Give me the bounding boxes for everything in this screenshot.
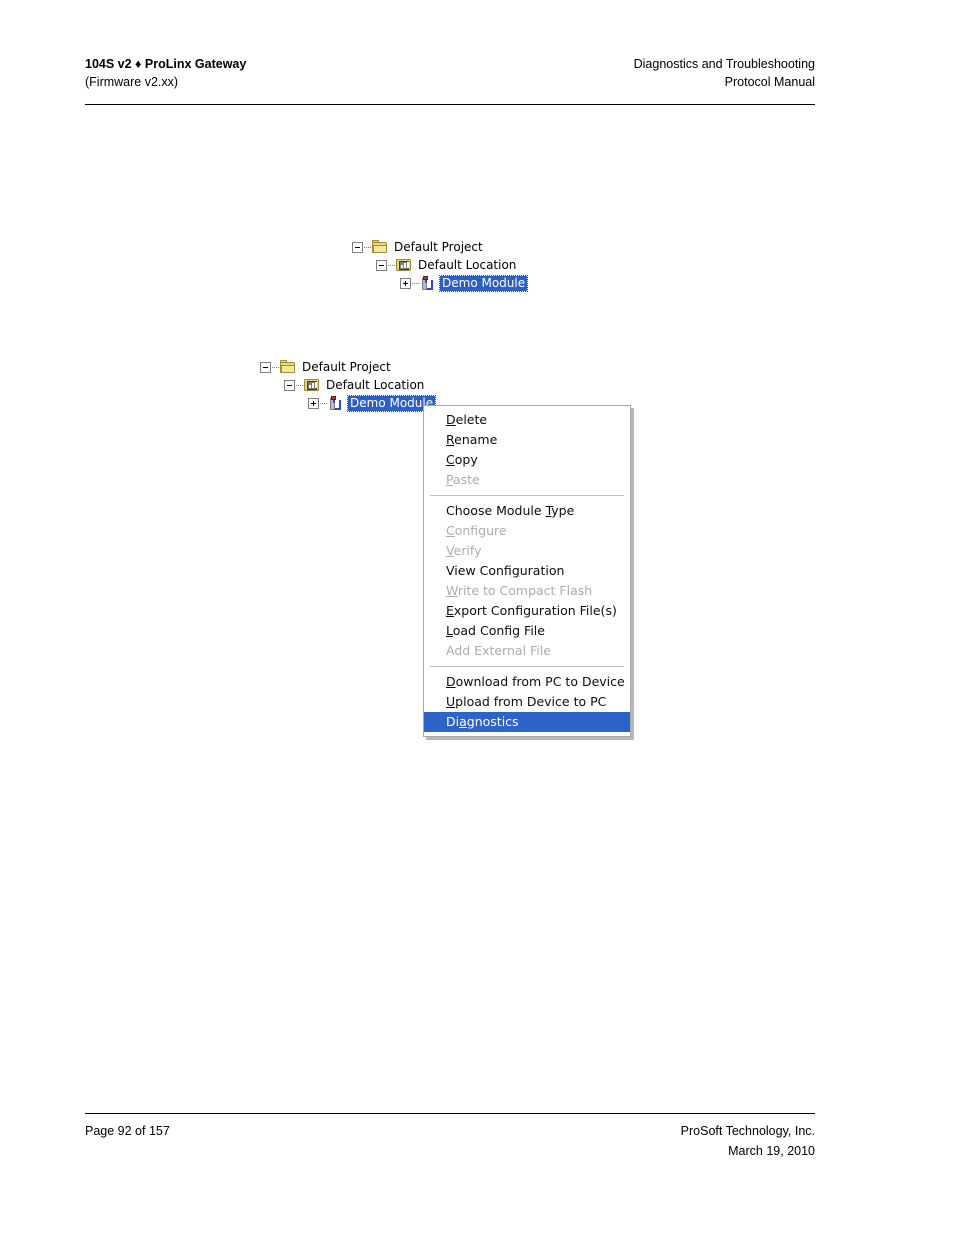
menu-separator — [430, 666, 624, 667]
module-context-menu[interactable]: Delete Rename Copy Paste Choose Module Type C… — [423, 405, 631, 737]
header-firmware-version: (Firmware v2.xx) — [85, 75, 179, 89]
tree-node[interactable]: Default Project — [260, 358, 435, 376]
collapse-minus-icon[interactable] — [284, 379, 295, 391]
menu-item-view-configuration[interactable]: View Configuration — [424, 561, 630, 581]
folder-location-icon — [304, 378, 320, 393]
tree-node-label[interactable]: Default Location — [324, 378, 426, 393]
footer-right: ProSoft Technology, Inc. March 19, 2010 — [681, 1121, 815, 1161]
tree-node[interactable]: Demo Module — [260, 394, 437, 412]
footer-divider — [85, 1113, 815, 1114]
header-manual-type: Protocol Manual — [724, 75, 815, 89]
project-tree-bottom[interactable]: Default Project Default Location Demo Modu… — [260, 358, 437, 412]
tree-node[interactable]: Default Location — [260, 376, 435, 394]
header-divider — [85, 104, 815, 105]
tree-node-label[interactable]: Default Location — [416, 258, 518, 273]
project-tree-top[interactable]: Default Project Default Location Demo Modu… — [352, 238, 529, 292]
folder-icon — [280, 359, 296, 375]
tree-connector-line — [296, 384, 303, 386]
expand-plus-icon[interactable] — [308, 397, 319, 409]
menu-item-configure: Configure — [446, 523, 507, 538]
menu-item-export-configuration-file-s[interactable]: Export Configuration File(s) — [424, 601, 630, 621]
header-left: 104S v2 ♦ ProLinx Gateway (Firmware v2.x… — [85, 55, 246, 91]
tree-connector-line — [320, 402, 327, 404]
tree-connector-line — [412, 282, 419, 284]
menu-item-copy[interactable]: Copy — [424, 450, 630, 470]
menu-item-verify: Verify — [446, 543, 482, 558]
menu-item-write-to-compact-flash: Write to Compact Flash — [446, 583, 593, 598]
menu-item-load-config-file[interactable]: Load Config File — [424, 621, 630, 641]
expand-plus-icon[interactable] — [400, 277, 411, 289]
page-header: 104S v2 ♦ ProLinx Gateway (Firmware v2.x… — [85, 55, 815, 91]
menu-separator — [430, 495, 624, 496]
header-section-title: Diagnostics and Troubleshooting — [633, 57, 815, 71]
menu-item-choose-module-type[interactable]: Choose Module Type — [424, 501, 630, 521]
menu-item-paste: Paste — [446, 472, 480, 487]
module-icon — [328, 395, 344, 411]
footer-date: March 19, 2010 — [728, 1144, 815, 1158]
tree-connector-line — [388, 264, 395, 266]
menu-item-rename[interactable]: Rename — [424, 430, 630, 450]
page-number: Page 92 of 157 — [85, 1124, 170, 1138]
tree-node-label[interactable]: Default Project — [392, 240, 485, 255]
menu-item-diagnostics[interactable]: Diagnostics — [424, 712, 630, 732]
menu-item-add-external-file: Add External File — [446, 643, 551, 658]
menu-item-upload-from-device-to-pc[interactable]: Upload from Device to PC — [424, 692, 630, 712]
header-right: Diagnostics and Troubleshooting Protocol… — [634, 55, 815, 91]
tree-connector-line — [364, 246, 371, 248]
collapse-minus-icon[interactable] — [352, 241, 363, 253]
page-footer: Page 92 of 157 ProSoft Technology, Inc. … — [85, 1121, 815, 1161]
folder-icon — [372, 239, 388, 255]
module-icon — [420, 275, 436, 291]
tree-connector-line — [272, 366, 279, 368]
tree-node-label[interactable]: Default Project — [300, 360, 393, 375]
header-document-title: 104S v2 ♦ ProLinx Gateway — [85, 57, 247, 71]
menu-item-delete[interactable]: Delete — [424, 410, 630, 430]
tree-node[interactable]: Default Location — [352, 256, 527, 274]
menu-item-download-from-pc-to-device[interactable]: Download from PC to Device — [424, 672, 630, 692]
tree-node[interactable]: Demo Module — [352, 274, 529, 292]
folder-location-icon — [396, 258, 412, 273]
tree-node-label[interactable]: Demo Module — [438, 274, 529, 292]
footer-company: ProSoft Technology, Inc. — [680, 1124, 815, 1138]
collapse-minus-icon[interactable] — [376, 259, 387, 271]
collapse-minus-icon[interactable] — [260, 361, 271, 373]
tree-node[interactable]: Default Project — [352, 238, 527, 256]
